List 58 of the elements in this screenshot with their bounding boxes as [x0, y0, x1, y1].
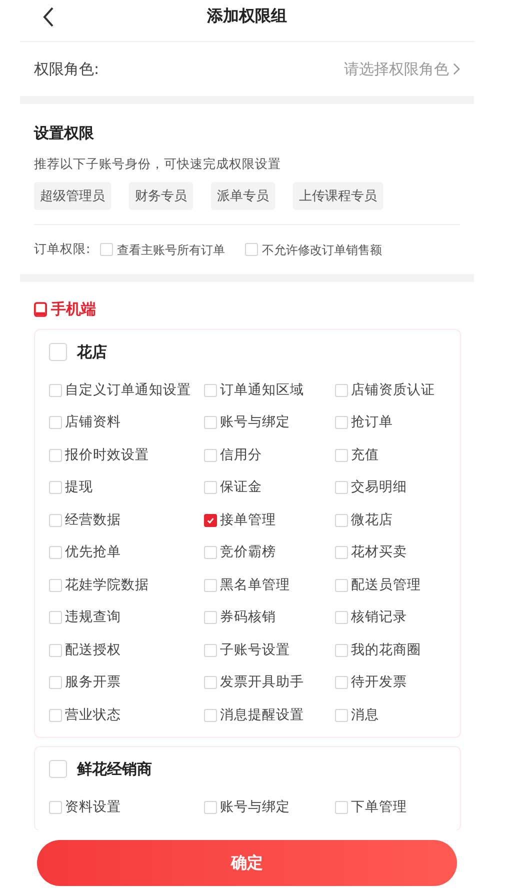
permission-label: 报价时效设置	[65, 446, 149, 465]
permission-label: 消息	[351, 706, 379, 725]
permission-label: 服务开票	[65, 673, 121, 692]
permission-label: 花材买卖	[351, 543, 407, 562]
preset-chip[interactable]: 派单专员	[211, 182, 275, 210]
permission-label: 发票开具助手	[220, 673, 304, 692]
preset-chip[interactable]: 财务专员	[129, 182, 193, 210]
permission-label: 信用分	[220, 446, 262, 465]
order-permission-label: 订单权限:	[34, 240, 90, 258]
confirm-button[interactable]: 确定	[37, 840, 457, 886]
permission-label: 核销记录	[351, 608, 407, 628]
permission-label: 资料设置	[65, 798, 121, 818]
role-label: 权限角色:	[34, 58, 100, 80]
phone-icon	[34, 302, 47, 317]
permission-label: 保证金	[220, 478, 262, 498]
permission-label: 竞价霸榜	[220, 543, 276, 562]
permission-label: 经营数据	[65, 510, 121, 530]
group-title: 鲜花经销商	[77, 759, 152, 780]
permission-label: 账号与绑定	[220, 798, 290, 818]
group-title: 花店	[77, 342, 107, 362]
permission-label: 接单管理	[220, 510, 276, 530]
page-title: 添加权限组	[207, 4, 287, 26]
permission-label: 优先抢单	[65, 543, 121, 562]
permission-label: 充值	[351, 446, 379, 465]
check-icon	[206, 516, 215, 524]
permission-label: 营业状态	[65, 706, 121, 725]
permission-label: 交易明细	[351, 478, 407, 498]
permission-label: 自定义订单通知设置	[65, 380, 191, 400]
preset-chip[interactable]: 超级管理员	[34, 182, 111, 210]
permission-label: 账号与绑定	[220, 413, 290, 432]
section-title: 设置权限	[34, 123, 95, 144]
permission-label: 店铺资质认证	[351, 380, 435, 400]
hint-text: 推荐以下子账号身份，可快速完成权限设置	[34, 154, 282, 172]
platform-title: 手机端	[51, 299, 96, 320]
permission-label: 待开发票	[351, 673, 407, 692]
role-selector[interactable]: 权限角色: 请选择权限角色	[20, 42, 474, 96]
permission-label: 配送员管理	[351, 576, 421, 595]
permission-label: 订单通知区域	[220, 380, 304, 400]
permission-label: 下单管理	[351, 798, 407, 818]
permission-label: 券码核销	[220, 608, 276, 628]
permission-label: 花娃学院数据	[65, 576, 149, 595]
option-label: 不允许修改订单销售额	[262, 242, 382, 259]
permission-label: 抢订单	[351, 413, 393, 432]
checkbox[interactable]	[204, 514, 217, 526]
permission-label: 提现	[65, 478, 93, 498]
permission-label: 配送授权	[65, 640, 121, 660]
option-label: 查看主账号所有订单	[117, 242, 226, 259]
permission-label: 违规查询	[65, 608, 121, 628]
permission-label: 黑名单管理	[220, 576, 290, 595]
permission-label: 消息提醒设置	[220, 706, 304, 725]
chevron-right-icon	[453, 63, 460, 75]
permission-label: 店铺资料	[65, 413, 121, 432]
permission-label: 子账号设置	[220, 640, 290, 660]
permission-label: 微花店	[351, 510, 393, 530]
preset-chip[interactable]: 上传课程专员	[293, 182, 383, 210]
role-placeholder: 请选择权限角色	[344, 58, 449, 80]
permission-label: 我的花商圈	[351, 640, 421, 660]
back-icon[interactable]	[42, 7, 55, 27]
